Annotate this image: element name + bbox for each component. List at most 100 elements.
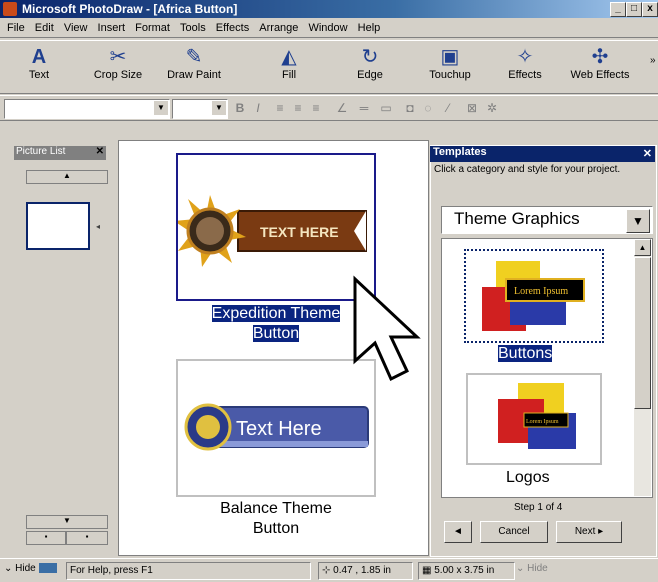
logos-thumbnail: Lorem Ipsum <box>498 383 576 449</box>
back-button[interactable]: ◄ <box>444 521 472 543</box>
crop-icon: ✂ <box>109 46 127 68</box>
picture-list-title: Picture List <box>16 146 66 157</box>
balance-caption-line1: Balance Theme <box>220 500 332 517</box>
font-size-combo[interactable]: ▼ <box>172 99 228 119</box>
size-value: 5.00 x 3.75 in <box>434 565 495 576</box>
menu-edit[interactable]: Edit <box>35 19 54 34</box>
template-item-logos[interactable]: Lorem Ipsum <box>466 373 602 465</box>
fill-button[interactable]: ◭ Fill <box>274 45 304 81</box>
touchup-button[interactable]: ▣ Touchup <box>420 45 480 81</box>
close-button[interactable]: x <box>642 2 658 17</box>
edge-icon: ↻ <box>361 46 379 68</box>
status-position: ⊹ 0.47 , 1.85 in <box>318 562 413 580</box>
crop-tool-icon[interactable]: ⊠ <box>464 101 480 115</box>
template-gallery-scrollbar[interactable]: ▲ <box>634 239 651 496</box>
maximize-button[interactable]: □ <box>626 2 642 17</box>
expedition-caption: Expedition Theme Button <box>176 304 376 344</box>
menu-effects[interactable]: Effects <box>216 19 249 34</box>
buttons-thumb-text: Lorem Ipsum <box>514 286 568 297</box>
font-name-combo[interactable]: ▼ <box>4 99 170 119</box>
template-gallery: Lorem Ipsum Buttons Lorem Ipsum Logos ▲ <box>441 238 653 498</box>
minimize-button[interactable]: _ <box>610 2 626 17</box>
picture-list-zoom-out[interactable]: ▪ <box>26 531 66 545</box>
bold-icon[interactable]: B <box>232 101 248 115</box>
mouse-pointer-icon <box>353 275 421 382</box>
chevron-down-icon[interactable]: ▼ <box>212 101 226 115</box>
italic-icon[interactable]: I <box>250 101 266 115</box>
position-icon: ⊹ <box>322 565 334 576</box>
position-value: 0.47 , 1.85 in <box>333 565 391 576</box>
chevron-down-icon[interactable]: ▼ <box>154 101 168 115</box>
fill-icon: ◭ <box>281 46 297 68</box>
align-right-icon[interactable]: ≡ <box>308 101 324 115</box>
scroll-up-icon[interactable]: ▲ <box>634 239 651 256</box>
formatting-toolbar: ▼ ▼ B I ≡ ≡ ≡ ∠ ═ ▭ ◘ ◌ ⁄ ⊠ ✲ <box>0 95 658 121</box>
align-left-icon[interactable]: ≡ <box>272 101 288 115</box>
curve-icon[interactable]: ◌ <box>420 101 436 115</box>
picture-list-scroll-down[interactable]: ▼ <box>26 515 108 529</box>
picture-list-header: Picture List ✕ <box>14 146 106 160</box>
line-style-icon[interactable]: ═ <box>356 101 372 115</box>
web-effects-button[interactable]: ✣ Web Effects <box>560 45 640 81</box>
expedition-caption-line1: Expedition Theme <box>211 305 341 322</box>
menu-window[interactable]: Window <box>308 19 347 34</box>
templates-header: Templates ✕ <box>430 146 655 162</box>
balance-theme-item[interactable]: Text Here <box>176 359 376 497</box>
picture-list-scroll-up[interactable]: ▲ <box>26 170 108 184</box>
templates-title: Templates <box>433 146 487 158</box>
title-bar[interactable]: Microsoft PhotoDraw - [Africa Button] _ … <box>0 0 658 18</box>
picture-thumbnail[interactable] <box>26 202 90 250</box>
crop-size-button[interactable]: ✂ Crop Size <box>88 45 148 81</box>
hide-templates-toggle[interactable]: ⌄ Hide <box>516 563 548 574</box>
cancel-button[interactable]: Cancel <box>480 521 548 543</box>
shape-icon[interactable]: ◘ <box>402 101 418 115</box>
size-icon: ▦ <box>422 565 435 576</box>
effects-button[interactable]: ✧ Effects <box>500 45 550 81</box>
close-icon[interactable]: ✕ <box>96 146 104 157</box>
expedition-theme-item[interactable]: TEXT HERE <box>174 153 376 301</box>
menu-format[interactable]: Format <box>135 19 170 34</box>
hide-picture-list-toggle[interactable]: ⌄ Hide <box>4 563 57 574</box>
line-color-icon[interactable]: ∠ <box>334 101 350 115</box>
template-item-buttons[interactable]: Lorem Ipsum <box>464 249 604 343</box>
web-effects-label: Web Effects <box>570 69 630 81</box>
draw-paint-button[interactable]: ✎ Draw Paint <box>162 45 226 81</box>
pen-icon[interactable]: ⁄ <box>440 101 456 115</box>
fill-label: Fill <box>281 69 297 81</box>
scroll-thumb[interactable] <box>634 257 651 409</box>
expedition-button-graphic: TEXT HERE <box>174 195 367 267</box>
touchup-icon: ▣ <box>440 46 460 68</box>
menu-view[interactable]: View <box>64 19 88 34</box>
photodraw-app-icon[interactable] <box>3 2 17 16</box>
menu-insert[interactable]: Insert <box>98 19 126 34</box>
dash-style-icon[interactable]: ▭ <box>378 101 394 115</box>
template-item-logos-label: Logos <box>506 469 550 486</box>
draw-paint-icon: ✎ <box>185 46 203 68</box>
text-button[interactable]: A Text <box>22 45 56 81</box>
edge-button[interactable]: ↻ Edge <box>350 45 390 81</box>
templates-hint: Click a category and style for your proj… <box>434 164 621 175</box>
web-effects-icon: ✣ <box>591 46 609 68</box>
balance-banner-text: Text Here <box>236 418 322 440</box>
chevron-down-icon[interactable]: ▼ <box>626 209 650 233</box>
next-button[interactable]: Next ▸ <box>556 521 622 543</box>
touchup-label: Touchup <box>429 69 471 81</box>
toolbar-overflow-chevron[interactable]: » <box>650 55 656 66</box>
align-center-icon[interactable]: ≡ <box>290 101 306 115</box>
template-category-select[interactable]: Theme Graphics ▼ <box>441 206 653 234</box>
settings-icon[interactable]: ✲ <box>484 101 500 115</box>
picture-canvas[interactable]: TEXT HERE Expedition Theme Button Text H… <box>118 140 429 556</box>
status-size: ▦ 5.00 x 3.75 in <box>418 562 515 580</box>
menu-help[interactable]: Help <box>358 19 381 34</box>
hide-left-label: Hide <box>15 563 36 574</box>
chevron-down-icon: ⌄ <box>4 563 13 574</box>
balance-button-graphic: Text Here <box>184 403 369 451</box>
menu-arrange[interactable]: Arrange <box>259 19 298 34</box>
effects-icon: ✧ <box>516 46 534 68</box>
crop-size-label: Crop Size <box>93 69 143 81</box>
close-icon[interactable]: ✕ <box>643 147 652 160</box>
menu-file[interactable]: File <box>7 19 25 34</box>
picture-list-zoom-in[interactable]: ▪ <box>66 531 108 545</box>
menu-tools[interactable]: Tools <box>180 19 206 34</box>
balance-caption-line2: Button <box>252 520 300 537</box>
